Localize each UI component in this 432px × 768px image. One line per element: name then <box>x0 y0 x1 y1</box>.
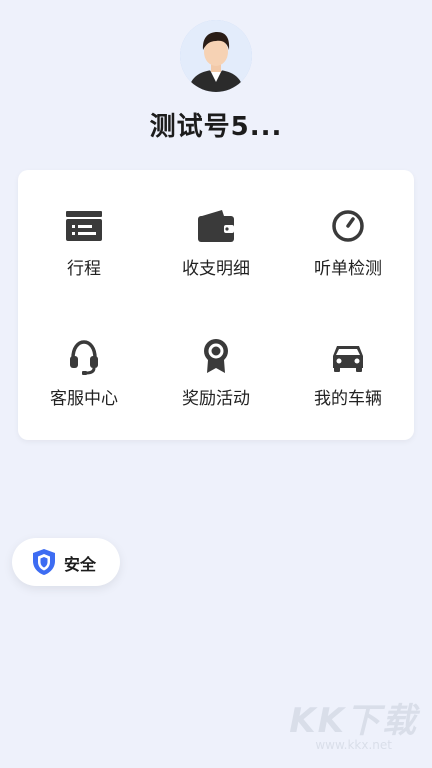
menu-item-my-vehicle[interactable]: 我的车辆 <box>282 300 414 409</box>
safety-button[interactable]: 安全 <box>12 538 120 586</box>
headset-icon <box>64 336 104 376</box>
menu-item-rewards[interactable]: 奖励活动 <box>150 300 282 409</box>
car-icon <box>328 336 368 376</box>
menu-item-label: 行程 <box>67 259 101 279</box>
safety-label: 安全 <box>64 555 97 574</box>
avatar[interactable] <box>180 20 252 92</box>
wallet-icon <box>196 206 236 246</box>
award-icon <box>196 336 236 376</box>
menu-item-itinerary[interactable]: 行程 <box>18 170 150 279</box>
menu-card: 行程 收支明细 听单检测 客服中心 奖励活动 我的车辆 <box>18 170 414 440</box>
user-avatar-image <box>180 20 252 92</box>
menu-item-customer-service[interactable]: 客服中心 <box>18 300 150 409</box>
menu-item-label: 奖励活动 <box>182 389 250 409</box>
shield-icon <box>32 548 56 576</box>
menu-item-wallet[interactable]: 收支明细 <box>150 170 282 279</box>
menu-item-label: 客服中心 <box>50 389 118 409</box>
user-name: 测试号5... <box>149 112 283 142</box>
watermark-logo: KK下载 <box>289 701 418 741</box>
watermark: KK下载 www.kkx.net <box>289 693 418 752</box>
menu-item-label: 我的车辆 <box>314 389 382 409</box>
menu-item-label: 听单检测 <box>314 259 382 279</box>
menu-item-order-check[interactable]: 听单检测 <box>282 170 414 279</box>
itinerary-icon <box>64 206 104 246</box>
gauge-icon <box>328 206 368 246</box>
menu-item-label: 收支明细 <box>182 259 250 279</box>
